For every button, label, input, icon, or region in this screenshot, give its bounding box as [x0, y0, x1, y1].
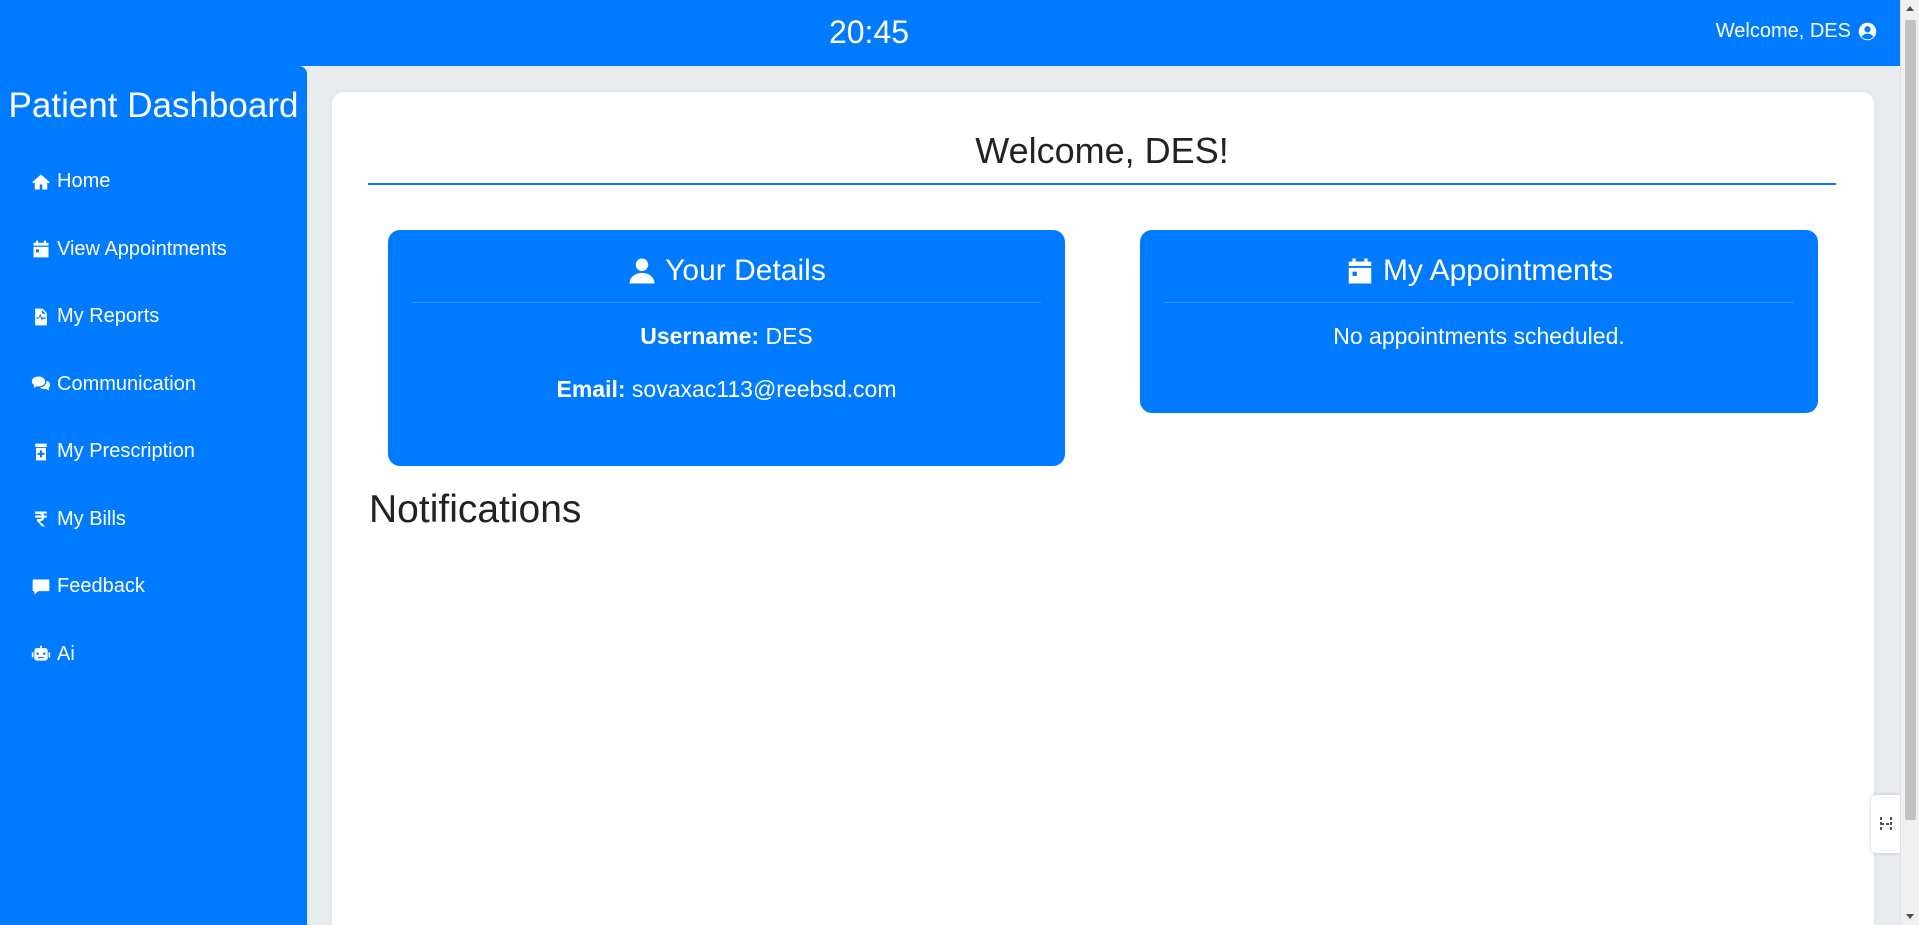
page-scrollbar[interactable] [1900, 0, 1919, 925]
sidebar-item-my-prescription[interactable]: My Prescription [0, 418, 307, 486]
sidebar-item-label: My Reports [57, 305, 160, 328]
sidebar-item-label: Ai [57, 642, 75, 665]
card-divider [1164, 302, 1794, 303]
your-details-card: Your Details Username: DES Email: sovaxa… [388, 230, 1065, 466]
username-label: Username: [640, 323, 760, 349]
email-row: Email: sovaxac113@reebsd.com [388, 376, 1065, 403]
page-title: Welcome, DES! [975, 130, 1229, 171]
clock: 20:45 [828, 14, 910, 50]
calendar-icon [1348, 258, 1372, 284]
prescription-bottle-icon [35, 443, 47, 461]
comments-icon [31, 376, 51, 391]
sidebar-item-label: My Prescription [57, 440, 195, 463]
sidebar-item-communication[interactable]: Communication [0, 351, 307, 419]
card-title: Your Details [388, 254, 1065, 288]
no-appointments-text: No appointments scheduled. [1333, 323, 1625, 349]
notifications-heading: Notifications [369, 488, 582, 531]
calendar-icon [33, 240, 49, 258]
bracket-handle-icon [1879, 817, 1892, 831]
email-value: sovaxac113@reebsd.com [631, 376, 897, 402]
sidebar-item-label: Communication [57, 372, 196, 395]
scroll-thumb[interactable] [1905, 20, 1916, 820]
welcome-user-text: Welcome, DES [1715, 20, 1851, 42]
sidebar-item-ai[interactable]: Ai [0, 621, 307, 689]
scroll-down-arrow-icon[interactable] [1906, 914, 1914, 919]
my-appointments-card: My Appointments No appointments schedule… [1140, 230, 1818, 413]
username-value: DES [765, 323, 813, 349]
email-label: Email: [556, 376, 626, 402]
side-widget-handle[interactable] [1871, 795, 1900, 853]
username-row: Username: DES [388, 323, 1065, 350]
user-menu[interactable]: Welcome, DES [1716, 20, 1878, 43]
sidebar-item-home[interactable]: Home [0, 148, 307, 216]
card-title: My Appointments [1140, 254, 1818, 288]
sidebar-title: Patient Dashboard [8, 86, 299, 125]
my-appointments-title: My Appointments [1382, 254, 1614, 287]
sidebar-item-label: Home [57, 170, 111, 193]
user-circle-icon [1858, 22, 1877, 41]
sidebar-item-feedback[interactable]: Feedback [0, 553, 307, 621]
sidebar-item-label: View Appointments [57, 237, 227, 260]
home-icon [32, 174, 50, 190]
sidebar-item-my-reports[interactable]: My Reports [0, 283, 307, 351]
your-details-title: Your Details [665, 254, 826, 287]
message-icon [32, 579, 50, 595]
title-divider [368, 183, 1836, 185]
rupee-icon [35, 511, 47, 527]
sidebar-item-label: My Bills [57, 507, 126, 530]
main-panel: Welcome, DES! Your Details Username: DES… [332, 92, 1874, 925]
robot-icon [31, 645, 51, 661]
sidebar-item-label: Feedback [57, 575, 145, 598]
scroll-up-arrow-icon[interactable] [1906, 6, 1914, 11]
card-divider [412, 302, 1041, 303]
user-icon [629, 258, 655, 284]
top-bar: 20:45 Welcome, DES [0, 0, 1900, 66]
sidebar: Patient Dashboard Home View Appointments… [0, 66, 307, 925]
medical-file-icon [35, 308, 47, 326]
sidebar-item-view-appointments[interactable]: View Appointments [0, 216, 307, 284]
sidebar-item-my-bills[interactable]: My Bills [0, 486, 307, 554]
